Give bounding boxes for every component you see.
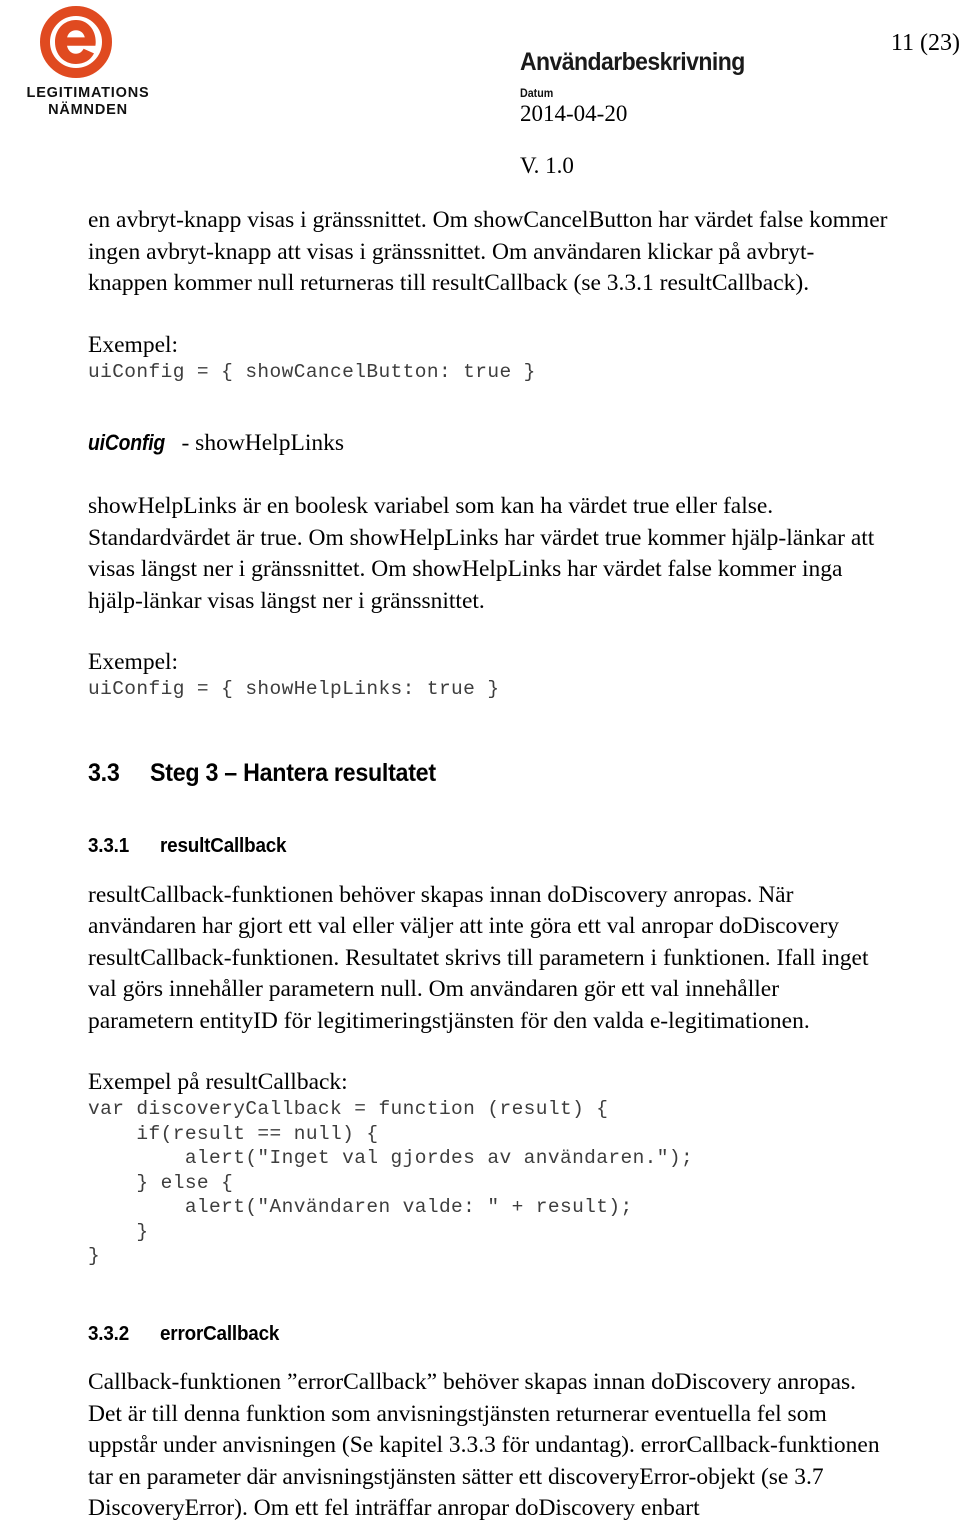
showhelplinks-paragraph: showHelpLinks är en boolesk variabel som… [88,493,875,614]
heading-3-3-1: 3.3.1 resultCallback [88,834,888,858]
heading-3-3-1-number: 3.3.1 [88,834,130,857]
heading-3-3: 3.3 Steg 3 – Hantera resultatet [88,758,888,788]
code-resultcallback: var discoveryCallback = function (result… [88,1098,694,1268]
heading-3-3-2-number: 3.3.2 [88,1321,130,1345]
subsection-keyword: uiConfig [88,430,166,455]
logo-wordmark: LEGITIMATIONS NÄMNDEN [18,85,158,118]
document-body: en avbryt-knapp visas i gränssnittet. Om… [88,205,888,1525]
document-title: Användarbeskrivning [520,48,745,76]
subsection-rest: - showHelpLinks [175,430,344,456]
exempel-label-resultcallback: Exempel på resultCallback: [88,1069,348,1096]
resultcallback-paragraph: resultCallback-funktionen behöver skapas… [88,881,869,1034]
heading-3-3-2-text: errorCallback [160,1321,280,1345]
code-showhelplinks: uiConfig = { showHelpLinks: true } [88,678,500,700]
logo-wordmark-line2: NÄMNDEN [48,101,128,118]
date-label: Datum [520,88,554,100]
page-header: LEGITIMATIONS NÄMNDEN 11 (23) Användarbe… [0,0,960,200]
heading-3-3-2: 3.3.2 errorCallback [88,1321,888,1346]
code-showcancelbutton: uiConfig = { showCancelButton: true } [88,360,536,383]
subsection-heading-showhelplinks: uiConfig - showHelpLinks [88,428,888,461]
heading-3-3-number: 3.3 [88,758,120,787]
heading-3-3-1-text: resultCallback [160,834,287,857]
date-value: 2014-04-20 [520,101,628,126]
organization-logo: LEGITIMATIONS NÄMNDEN [18,6,168,118]
heading-3-3-text: Steg 3 – Hantera resultatet [150,758,436,787]
errorcallback-paragraph: Callback-funktionen ”errorCallback” behö… [88,1369,880,1522]
exempel-label-showcancelbutton: Exempel: [88,331,179,358]
logo-wordmark-line1: LEGITIMATIONS [26,85,150,101]
intro-paragraph: en avbryt-knapp visas i gränssnittet. Om… [88,207,888,296]
exempel-label-showhelplinks: Exempel: [88,649,179,675]
document-version: V. 1.0 [520,152,574,178]
document-meta: Användarbeskrivning Datum 2014-04-20 V. … [520,50,840,179]
